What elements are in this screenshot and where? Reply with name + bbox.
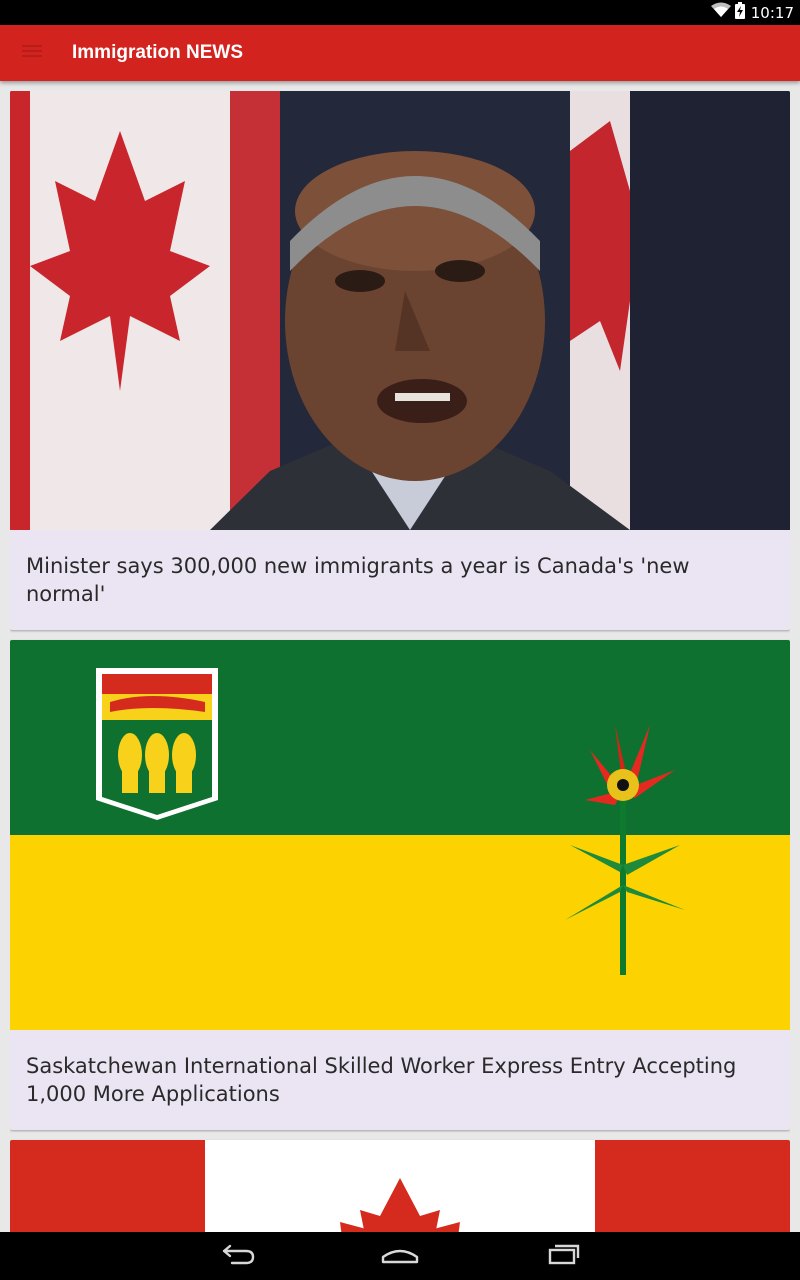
news-card[interactable]: Minister says 300,000 new immigrants a y… — [10, 91, 790, 630]
home-icon — [380, 1243, 420, 1270]
news-image-minister[interactable] — [10, 91, 790, 530]
news-card[interactable] — [10, 1140, 790, 1232]
status-time: 10:17 — [750, 3, 794, 22]
news-headline[interactable]: Minister says 300,000 new immigrants a y… — [10, 530, 790, 630]
menu-button[interactable] — [16, 37, 48, 69]
back-button[interactable] — [214, 1240, 262, 1272]
recents-icon — [547, 1243, 581, 1270]
wifi-icon — [710, 2, 731, 23]
status-icons: 10:17 — [710, 0, 794, 25]
news-card[interactable]: Saskatchewan International Skilled Worke… — [10, 640, 790, 1130]
news-headline[interactable]: Saskatchewan International Skilled Worke… — [10, 1030, 790, 1130]
recents-button[interactable] — [540, 1240, 588, 1272]
navigation-bar — [0, 1232, 800, 1280]
home-button[interactable] — [376, 1240, 424, 1272]
status-bar: 10:17 — [0, 0, 800, 25]
hamburger-menu-icon — [22, 44, 42, 63]
battery-charging-icon — [734, 1, 745, 24]
back-icon — [220, 1243, 256, 1270]
app-title: Immigration NEWS — [72, 42, 244, 63]
news-image-saskatchewan-flag[interactable] — [10, 640, 790, 1030]
news-feed[interactable]: Minister says 300,000 new immigrants a y… — [10, 91, 790, 1232]
news-image-canada-flag[interactable] — [10, 1140, 790, 1232]
app-bar: Immigration NEWS — [0, 25, 800, 81]
